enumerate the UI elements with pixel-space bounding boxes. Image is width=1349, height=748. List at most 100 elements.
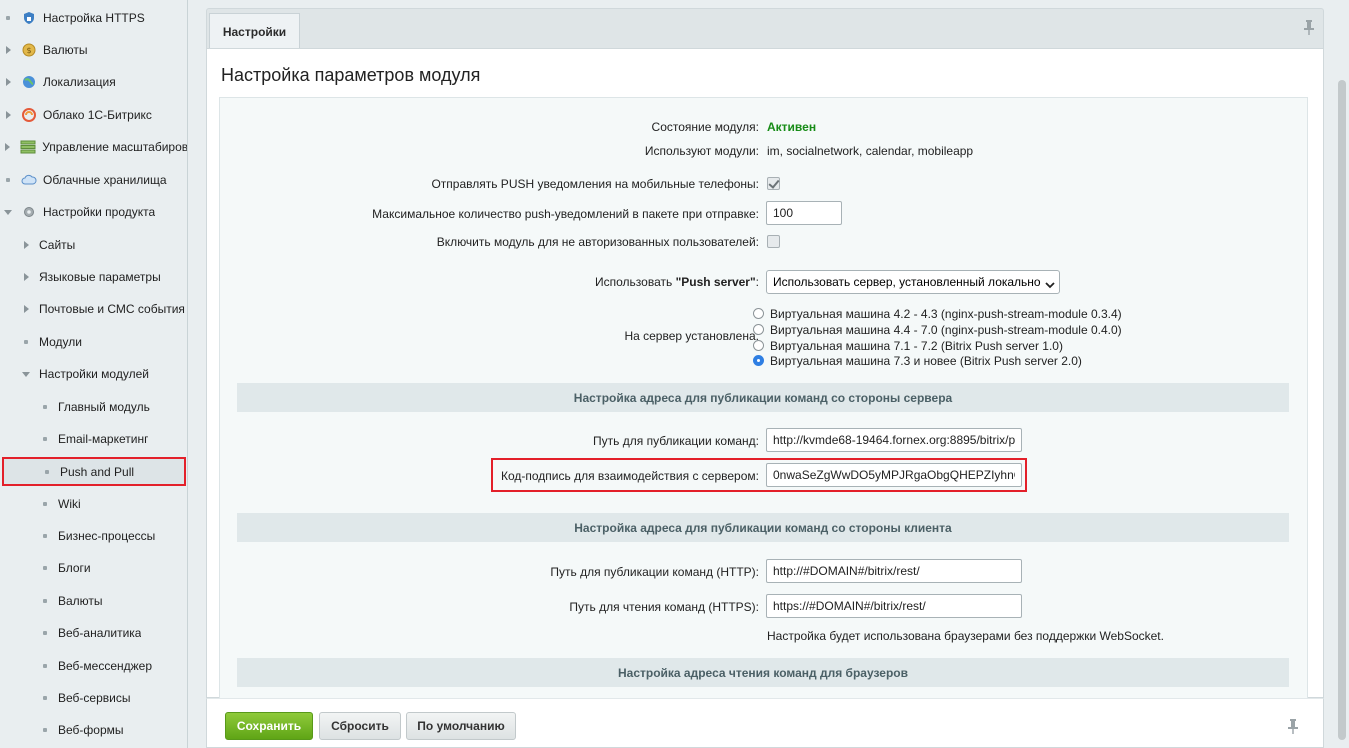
sidebar-item-4[interactable]: Управление масштабирова bbox=[0, 135, 188, 159]
sidebar-item-label: Облачные хранилища bbox=[43, 173, 167, 187]
bullet-icon bbox=[42, 469, 52, 474]
sidebar-item-8[interactable]: Языковые параметры bbox=[0, 265, 187, 289]
sidebar-item-label: Wiki bbox=[58, 497, 81, 511]
installed-option-1[interactable]: Виртуальная машина 4.4 - 7.0 (nginx-push… bbox=[753, 322, 1122, 337]
pin-icon[interactable] bbox=[1287, 718, 1299, 737]
section-browser-header: Настройка адреса чтения команд для брауз… bbox=[237, 658, 1289, 687]
page-scrollbar[interactable] bbox=[1324, 0, 1349, 748]
radio-button[interactable] bbox=[753, 324, 764, 335]
reset-button[interactable]: Сбросить bbox=[319, 712, 401, 740]
bullet-icon bbox=[40, 534, 50, 538]
https-path-input[interactable] bbox=[766, 594, 1022, 618]
sidebar-item-6[interactable]: Настройки продукта bbox=[0, 200, 187, 224]
sidebar-item-label: Настройки продукта bbox=[43, 205, 156, 219]
scrollbar-thumb[interactable] bbox=[1338, 80, 1346, 740]
installed-option-0[interactable]: Виртуальная машина 4.2 - 4.3 (nginx-push… bbox=[753, 306, 1122, 321]
sidebar-item-9[interactable]: Почтовые и СМС события bbox=[0, 297, 187, 321]
tab-settings[interactable]: Настройки bbox=[209, 13, 300, 50]
section-server-header: Настройка адреса для публикации команд с… bbox=[237, 383, 1289, 412]
sidebar-item-7[interactable]: Сайты bbox=[0, 233, 187, 257]
push-mobile-label: Отправлять PUSH уведомления на мобильные… bbox=[431, 177, 759, 191]
sidebar-item-13[interactable]: Email-маркетинг bbox=[0, 427, 187, 451]
guest-label: Включить модуль для не авторизованных по… bbox=[436, 235, 759, 249]
gear-icon bbox=[21, 204, 37, 220]
sidebar-item-5[interactable]: Облачные хранилища bbox=[0, 168, 187, 192]
sidebar-item-14[interactable]: Push and Pull bbox=[2, 457, 186, 486]
sidebar-item-label: Сайты bbox=[39, 238, 76, 252]
bullet-icon bbox=[3, 16, 13, 20]
chevron-right-icon[interactable] bbox=[3, 78, 13, 86]
sidebar-item-1[interactable]: $ Валюты bbox=[0, 38, 187, 62]
sidebar-item-label: Веб-формы bbox=[58, 723, 124, 737]
default-button[interactable]: По умолчанию bbox=[406, 712, 516, 740]
radio-button[interactable] bbox=[753, 308, 764, 319]
sidebar-item-18[interactable]: Валюты bbox=[0, 589, 187, 613]
svg-text:$: $ bbox=[26, 46, 31, 55]
max-push-label: Максимальное количество push-уведомлений… bbox=[372, 207, 759, 221]
sidebar-item-label: Бизнес-процессы bbox=[58, 529, 156, 543]
sidebar-item-label: Push and Pull bbox=[60, 464, 135, 479]
signature-input[interactable] bbox=[766, 463, 1022, 487]
signature-label: Код-подпись для взаимодействия с серверо… bbox=[500, 469, 759, 483]
used-by-value: im, socialnetwork, calendar, mobileapp bbox=[767, 144, 974, 158]
sidebar-item-label: Валюты bbox=[58, 594, 103, 608]
chevron-down-icon[interactable] bbox=[3, 209, 13, 215]
save-button[interactable]: Сохранить bbox=[225, 712, 313, 740]
cloud-swirl-icon bbox=[21, 107, 37, 123]
sidebar-item-2[interactable]: Локализация bbox=[0, 70, 187, 94]
bullet-icon bbox=[40, 631, 50, 635]
chevron-right-icon[interactable] bbox=[3, 46, 13, 54]
chevron-right-icon[interactable] bbox=[21, 273, 31, 281]
https-path-label: Путь для чтения команд (HTTPS): bbox=[569, 600, 759, 614]
http-path-input[interactable] bbox=[766, 559, 1022, 583]
settings-panel: Настройка параметров модуля Состояние мо… bbox=[206, 48, 1324, 699]
sidebar-item-10[interactable]: Модули bbox=[0, 330, 187, 354]
guest-checkbox[interactable] bbox=[767, 235, 780, 248]
radio-label: Виртуальная машина 7.1 - 7.2 (Bitrix Pus… bbox=[770, 338, 1063, 353]
max-push-input[interactable] bbox=[766, 201, 842, 225]
sidebar-item-label: Веб-аналитика bbox=[58, 626, 142, 640]
installed-option-3[interactable]: Виртуальная машина 7.3 и новее (Bitrix P… bbox=[753, 353, 1082, 368]
installed-option-2[interactable]: Виртуальная машина 7.1 - 7.2 (Bitrix Pus… bbox=[753, 338, 1063, 353]
sidebar-item-21[interactable]: Веб-сервисы bbox=[0, 686, 187, 710]
websocket-note: Настройка будет использована браузерами … bbox=[767, 629, 1164, 643]
push-server-label: Использовать "Push server": bbox=[595, 275, 759, 289]
chevron-right-icon[interactable] bbox=[21, 241, 31, 249]
bullet-icon bbox=[40, 664, 50, 668]
sidebar-item-15[interactable]: Wiki bbox=[0, 492, 187, 516]
bullet-icon bbox=[3, 178, 13, 182]
bullet-icon bbox=[40, 566, 50, 570]
http-path-label: Путь для публикации команд (HTTP): bbox=[550, 565, 759, 579]
server-rack-icon bbox=[20, 139, 36, 155]
section-client-header: Настройка адреса для публикации команд с… bbox=[237, 513, 1289, 542]
sidebar-item-0[interactable]: Настройка HTTPS bbox=[0, 6, 187, 30]
radio-button[interactable] bbox=[753, 340, 764, 351]
push-mobile-checkbox[interactable] bbox=[767, 177, 780, 190]
page-title: Настройка параметров модуля bbox=[221, 65, 481, 85]
radio-button[interactable] bbox=[753, 355, 764, 366]
sidebar-item-label: Блоги bbox=[58, 561, 91, 575]
chevron-right-icon[interactable] bbox=[21, 305, 31, 313]
sidebar-item-label: Главный модуль bbox=[58, 400, 150, 414]
chevron-down-icon[interactable] bbox=[21, 371, 31, 377]
sidebar-item-12[interactable]: Главный модуль bbox=[0, 395, 187, 419]
sidebar-item-17[interactable]: Блоги bbox=[0, 556, 187, 580]
currency-coin-icon: $ bbox=[21, 42, 37, 58]
sidebar-item-label: Управление масштабирова bbox=[42, 140, 188, 154]
sidebar-item-label: Почтовые и СМС события bbox=[39, 302, 185, 316]
publish-path-input[interactable] bbox=[766, 428, 1022, 452]
sidebar-item-16[interactable]: Бизнес-процессы bbox=[0, 524, 187, 548]
sidebar-item-20[interactable]: Веб-мессенджер bbox=[0, 654, 187, 678]
sidebar-item-11[interactable]: Настройки модулей bbox=[0, 362, 187, 386]
globe-icon bbox=[21, 74, 37, 90]
sidebar-item-19[interactable]: Веб-аналитика bbox=[0, 621, 187, 645]
chevron-right-icon[interactable] bbox=[3, 143, 13, 151]
sidebar-item-label: Веб-сервисы bbox=[58, 691, 131, 705]
pin-icon[interactable] bbox=[1303, 19, 1315, 38]
bullet-icon bbox=[21, 340, 31, 344]
sidebar-item-22[interactable]: Веб-формы bbox=[0, 718, 187, 742]
push-server-select[interactable]: Использовать сервер, установленный локал… bbox=[766, 270, 1060, 294]
sidebar-item-3[interactable]: Облако 1С-Битрикс bbox=[0, 103, 187, 127]
installed-label: На сервер установлена: bbox=[624, 329, 759, 343]
chevron-right-icon[interactable] bbox=[3, 111, 13, 119]
